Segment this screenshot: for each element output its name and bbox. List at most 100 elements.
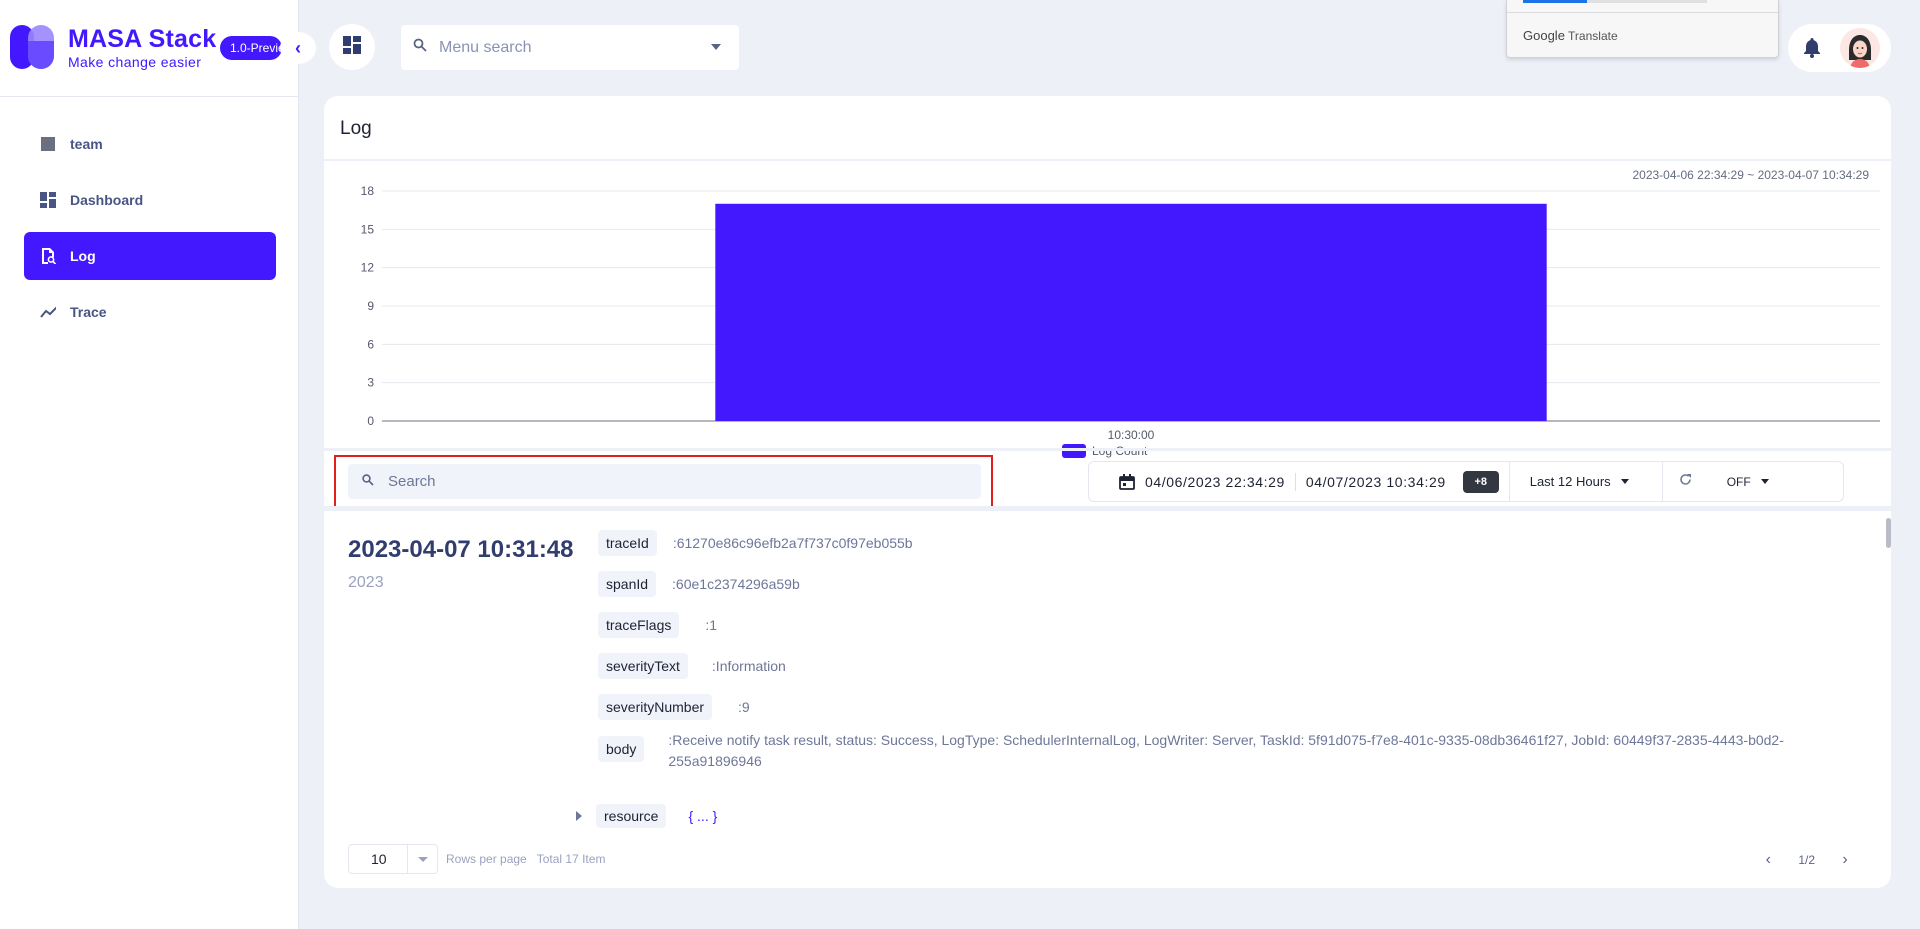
search-icon xyxy=(362,473,374,491)
chevron-down-icon xyxy=(1760,479,1769,484)
app-switcher-button[interactable] xyxy=(329,24,375,70)
field-key[interactable]: traceId xyxy=(598,530,657,556)
user-avatar[interactable] xyxy=(1840,28,1880,68)
x-tick-label: 10:30:00 xyxy=(1108,428,1155,442)
sidebar-divider xyxy=(0,96,299,97)
log-entry: 2023-04-07 10:31:48 2023 traceId :61270e… xyxy=(324,516,1891,776)
sidebar-item-label: team xyxy=(70,136,103,152)
field-spanid: spanId :60e1c2374296a59b xyxy=(598,571,800,597)
y-tick-label: 3 xyxy=(367,376,374,390)
field-key[interactable]: traceFlags xyxy=(598,612,680,638)
sidebar-nav: team Dashboard Log Trace xyxy=(24,120,276,344)
sidebar-item-trace[interactable]: Trace xyxy=(24,288,276,336)
google-translate-popup: Google Translate xyxy=(1506,0,1779,58)
sidebar: MASA Stack Make change easier 1.0-Previe… xyxy=(0,0,299,929)
square-icon xyxy=(40,136,56,152)
sidebar-item-team[interactable]: team xyxy=(24,120,276,168)
app-title: MASA Stack xyxy=(68,25,217,53)
app-subtitle: Make change easier xyxy=(68,54,202,70)
y-tick-label: 6 xyxy=(367,337,374,351)
y-tick-label: 18 xyxy=(361,184,375,198)
bar-log-count xyxy=(715,203,1547,421)
timezone-chip[interactable]: +8 xyxy=(1462,470,1499,493)
log-card: Log 2023-04-06 22:34:29 ~ 2023-04-07 10:… xyxy=(324,96,1891,888)
prev-page-button[interactable]: ‹ xyxy=(1756,848,1780,872)
rows-per-page-label: Rows per page Total 17 Item xyxy=(446,852,606,866)
field-value: :Receive notify task result, status: Suc… xyxy=(668,732,1784,769)
chevron-left-icon: ‹ xyxy=(1765,851,1771,868)
app-logo[interactable]: MASA Stack Make change easier xyxy=(10,24,216,72)
scrollbar-thumb[interactable] xyxy=(1886,518,1891,548)
search-highlight xyxy=(334,455,993,508)
dashboard-icon xyxy=(40,192,56,208)
start-datetime[interactable]: 04/06/2023 22:34:29 xyxy=(1145,474,1285,490)
version-badge: 1.0-Preview xyxy=(220,36,282,60)
menu-search[interactable] xyxy=(401,25,739,70)
collapse-sidebar-button[interactable]: ‹ xyxy=(280,32,316,64)
legend-swatch xyxy=(1062,444,1086,458)
field-traceflags: traceFlags :1 xyxy=(598,612,717,638)
expand-arrow-icon[interactable] xyxy=(576,811,582,821)
field-severitytext: severityText :Information xyxy=(598,653,786,679)
translate-brand: Google Translate xyxy=(1523,28,1618,43)
page-info: 1/2 xyxy=(1798,853,1815,867)
field-value: :61270e86c96efb2a7f737c0f97eb055b xyxy=(672,535,913,551)
chevron-right-icon: › xyxy=(1842,851,1848,868)
chevron-down-icon[interactable] xyxy=(407,845,437,873)
quick-range-select[interactable]: Last 12 Hours xyxy=(1508,461,1662,502)
field-body: body :Receive notify task result, status… xyxy=(598,730,1858,772)
sidebar-item-log[interactable]: Log xyxy=(24,232,276,280)
dropdown-caret-icon[interactable] xyxy=(711,44,721,50)
field-key[interactable]: resource xyxy=(596,804,667,828)
next-page-button[interactable]: › xyxy=(1833,848,1857,872)
resource-row[interactable]: resource { ... } xyxy=(576,804,717,828)
rows-per-page-select[interactable]: 10 xyxy=(348,844,438,874)
y-tick-label: 15 xyxy=(361,222,375,236)
auto-refresh-select[interactable]: OFF xyxy=(1708,461,1798,502)
log-search-input[interactable] xyxy=(388,473,948,490)
total-items: Total 17 Item xyxy=(536,852,606,866)
refresh-button[interactable] xyxy=(1661,461,1708,502)
field-value: :1 xyxy=(705,617,718,633)
sidebar-item-label: Log xyxy=(70,248,96,264)
bell-icon[interactable] xyxy=(1800,36,1824,60)
y-tick-label: 9 xyxy=(367,299,374,313)
field-key[interactable]: severityText xyxy=(598,653,688,679)
header-actions xyxy=(1788,24,1891,72)
page-title: Log xyxy=(340,118,372,139)
field-value: :9 xyxy=(738,699,750,715)
field-severitynumber: severityNumber :9 xyxy=(598,694,750,720)
log-timestamp: 2023-04-07 10:31:48 xyxy=(348,536,574,563)
rows-per-page-value: 10 xyxy=(371,851,387,867)
date-range-picker[interactable]: 04/06/2023 22:34:29 04/07/2023 10:34:29 … xyxy=(1088,461,1844,502)
field-key[interactable]: spanId xyxy=(598,571,657,597)
log-year: 2023 xyxy=(348,574,384,591)
masa-logo-icon xyxy=(10,25,56,71)
chevron-down-icon xyxy=(1620,479,1629,484)
refresh-icon xyxy=(1679,473,1692,491)
sidebar-item-label: Trace xyxy=(70,304,107,320)
sidebar-item-label: Dashboard xyxy=(70,192,144,208)
log-search-icon xyxy=(40,248,56,264)
chevron-left-icon: ‹ xyxy=(295,37,301,58)
log-count-chart: 0 3 6 9 12 15 18 10:30:00 Log Count xyxy=(361,184,1880,458)
field-value: :Information xyxy=(711,658,786,674)
end-datetime[interactable]: 04/07/2023 10:34:29 xyxy=(1306,474,1446,490)
resource-object-toggle[interactable]: { ... } xyxy=(688,808,717,824)
translate-tabs[interactable] xyxy=(1523,0,1707,3)
field-key[interactable]: severityNumber xyxy=(598,694,713,720)
search-icon xyxy=(413,38,427,57)
grid-icon xyxy=(343,35,361,59)
field-traceid: traceId :61270e86c96efb2a7f737c0f97eb055… xyxy=(598,530,913,556)
y-tick-label: 0 xyxy=(367,414,374,428)
y-tick-label: 12 xyxy=(361,261,375,275)
field-key[interactable]: body xyxy=(598,736,645,762)
field-value: :60e1c2374296a59b xyxy=(672,576,800,592)
calendar-icon[interactable] xyxy=(1119,473,1135,490)
menu-search-input[interactable] xyxy=(439,38,689,57)
legend-label: Log Count xyxy=(1092,444,1148,458)
trend-icon xyxy=(40,304,56,320)
log-search-box[interactable] xyxy=(348,464,981,499)
pager: ‹ 1/2 › xyxy=(1756,848,1857,872)
sidebar-item-dashboard[interactable]: Dashboard xyxy=(24,176,276,224)
